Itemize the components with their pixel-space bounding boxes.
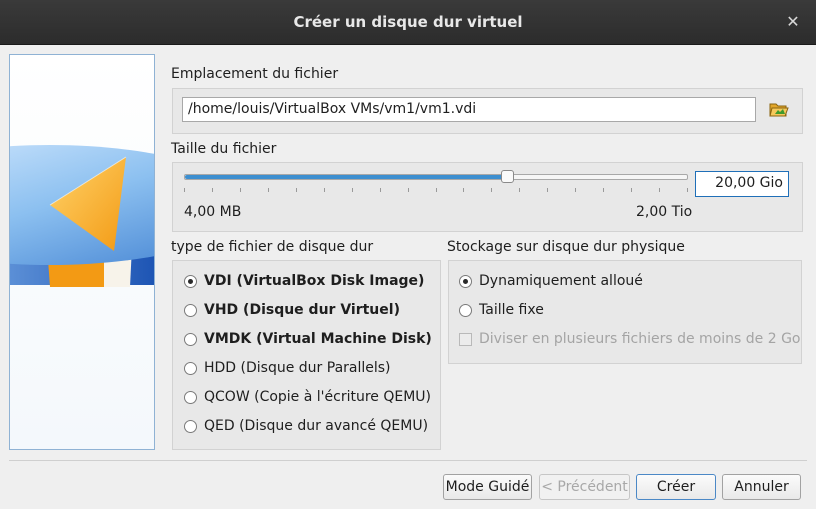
slider-tick [687, 188, 688, 192]
radio-button[interactable] [184, 274, 197, 288]
storage-option[interactable]: Dynamiquement alloué [459, 273, 643, 289]
slider-tick [575, 188, 576, 192]
radio-button[interactable] [184, 332, 197, 346]
size-min-label: 4,00 MB [184, 204, 242, 220]
size-max-label: 2,00 Tio [636, 204, 693, 220]
radio-button[interactable] [459, 303, 472, 317]
size-slider-track[interactable] [184, 174, 688, 180]
storage-label: Stockage sur disque dur physique [447, 239, 685, 255]
slider-tick [268, 188, 269, 192]
radio-button[interactable] [459, 274, 472, 288]
slider-tick [659, 188, 660, 192]
slider-tick [463, 188, 464, 192]
size-slider-ticks [184, 188, 688, 193]
radio-button[interactable] [184, 303, 197, 317]
slider-tick [631, 188, 632, 192]
close-icon[interactable]: ✕ [784, 13, 802, 31]
location-label: Emplacement du fichier [171, 66, 339, 82]
size-slider-handle[interactable] [500, 170, 514, 183]
slider-tick [603, 188, 604, 192]
slider-tick [547, 188, 548, 192]
split-files-checkbox[interactable]: Diviser en plusieurs fichiers de moins d… [459, 331, 801, 347]
file-type-option-label: QCOW (Copie à l'écriture QEMU) [204, 389, 432, 405]
file-type-option[interactable]: VHD (Disque dur Virtuel) [184, 302, 400, 318]
file-type-option[interactable]: HDD (Disque dur Parallels) [184, 360, 391, 376]
radio-button[interactable] [184, 419, 197, 433]
slider-tick [380, 188, 381, 192]
slider-tick [212, 188, 213, 192]
window-title: Créer un disque dur virtuel [293, 13, 523, 31]
slider-tick [352, 188, 353, 192]
radio-button[interactable] [184, 390, 197, 404]
create-button[interactable]: Créer [636, 474, 716, 500]
radio-button[interactable] [184, 361, 197, 375]
window-titlebar: Créer un disque dur virtuel ✕ [0, 0, 816, 45]
cancel-button[interactable]: Annuler [722, 474, 801, 500]
slider-tick [408, 188, 409, 192]
file-path-input[interactable]: /home/louis/VirtualBox VMs/vm1/vm1.vdi [182, 97, 756, 122]
split-files-label: Diviser en plusieurs fichiers de moins d… [479, 331, 801, 347]
folder-open-icon[interactable] [767, 97, 791, 121]
size-label: Taille du fichier [171, 141, 277, 157]
guided-mode-button[interactable]: Mode Guidé [443, 474, 532, 500]
file-type-option[interactable]: QED (Disque dur avancé QEMU) [184, 418, 428, 434]
storage-option-label: Dynamiquement alloué [479, 273, 643, 289]
size-value-input[interactable]: 20,00 Gio [695, 171, 789, 197]
file-type-option[interactable]: VMDK (Virtual Machine Disk) [184, 331, 432, 347]
hard-disk-illustration [9, 54, 155, 450]
file-type-option[interactable]: QCOW (Copie à l'écriture QEMU) [184, 389, 431, 405]
slider-tick [436, 188, 437, 192]
file-type-option-label: VHD (Disque dur Virtuel) [204, 302, 400, 318]
storage-option-label: Taille fixe [479, 302, 544, 318]
file-type-label: type de fichier de disque dur [171, 239, 374, 255]
file-type-option-label: VDI (VirtualBox Disk Image) [204, 273, 425, 289]
footer-separator [9, 460, 807, 461]
slider-tick [240, 188, 241, 192]
slider-tick [519, 188, 520, 192]
slider-tick [184, 188, 185, 192]
slider-tick [491, 188, 492, 192]
previous-button[interactable]: < Précédent [539, 474, 630, 500]
file-type-option-label: QED (Disque dur avancé QEMU) [204, 418, 429, 434]
file-type-option-label: VMDK (Virtual Machine Disk) [204, 331, 432, 347]
slider-tick [296, 188, 297, 192]
file-type-option-label: HDD (Disque dur Parallels) [204, 360, 391, 376]
storage-option[interactable]: Taille fixe [459, 302, 544, 318]
checkbox-box [459, 332, 472, 346]
slider-tick [324, 188, 325, 192]
file-type-option[interactable]: VDI (VirtualBox Disk Image) [184, 273, 424, 289]
size-slider-fill [185, 175, 507, 179]
